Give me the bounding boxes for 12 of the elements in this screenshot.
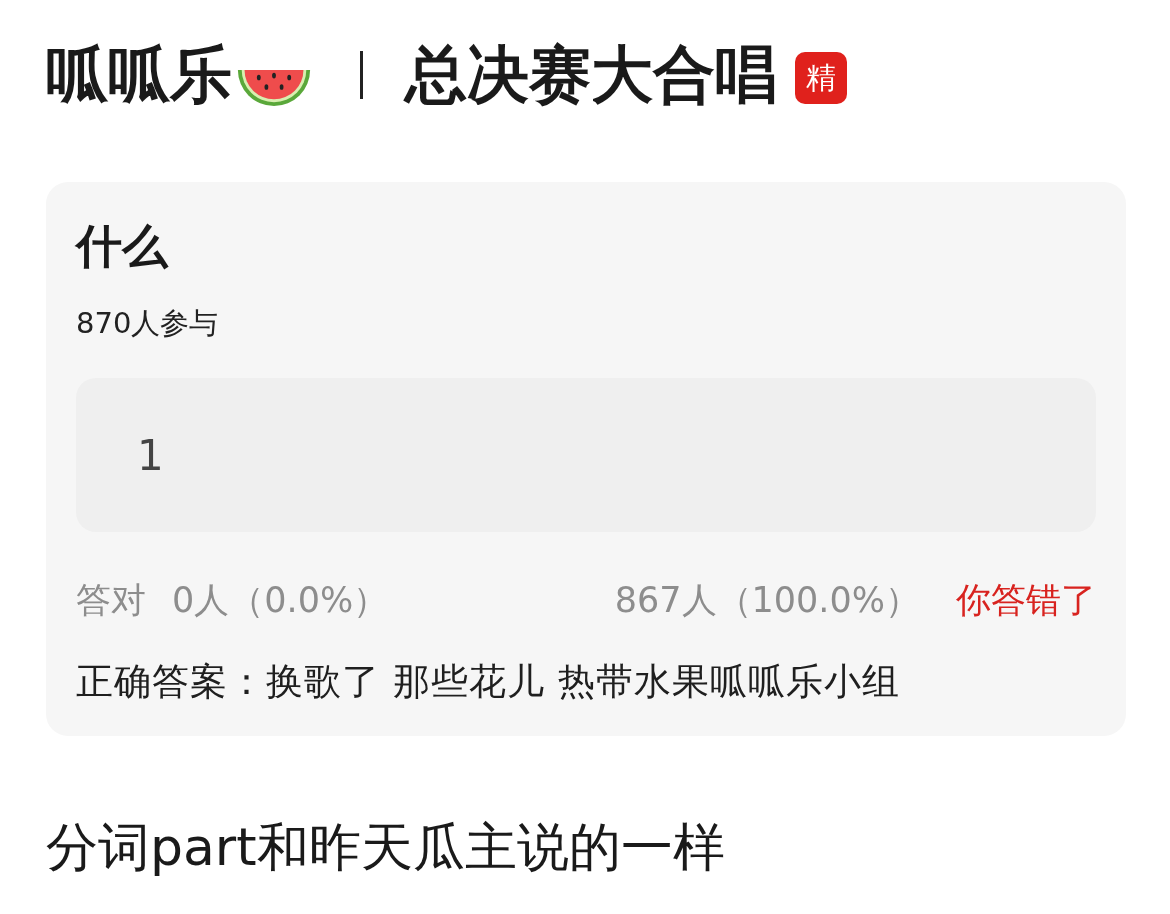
answer-box: 1: [76, 378, 1096, 532]
section-title: 总决赛大合唱: [405, 38, 777, 112]
correct-label: 答对: [76, 579, 146, 622]
correct-answer-text: 正确答案：换歌了 那些花儿 热带水果呱呱乐小组: [76, 659, 901, 705]
answer-verdict: 你答错了: [956, 579, 1096, 622]
featured-badge: 精: [795, 52, 847, 104]
wrong-count: 867人（100.0%）: [614, 579, 920, 622]
quiz-question: 什么: [76, 218, 170, 274]
group-name: 呱呱乐: [46, 38, 232, 112]
correct-count: 0人（0.0%）: [172, 579, 389, 622]
post-body-text: 分词part和昨天瓜主说的一样: [46, 816, 726, 878]
participant-count: 870人参与: [76, 305, 220, 342]
